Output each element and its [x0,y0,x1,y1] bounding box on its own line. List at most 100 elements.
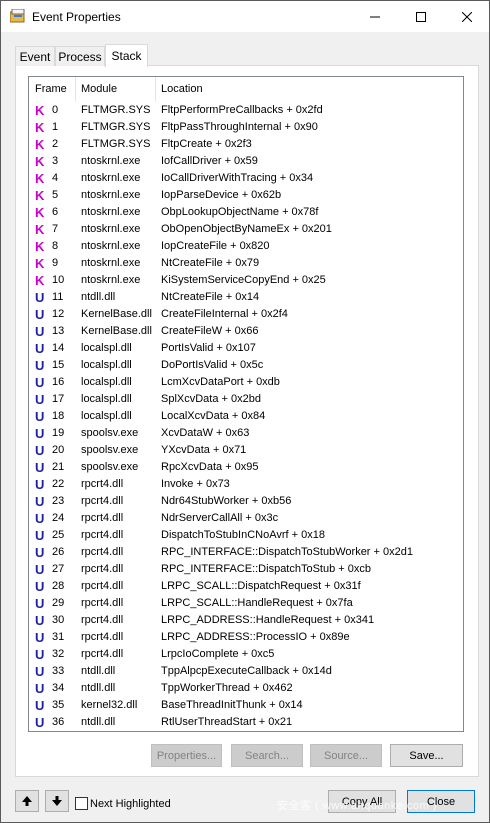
stack-row[interactable]: K 9 ntoskrnl.exe NtCreateFile + 0x79 [29,255,463,272]
stack-row[interactable]: U 19 spoolsv.exe XcvDataW + 0x63 [29,425,463,442]
frame-number: 9 [52,257,59,269]
module-name: ntoskrnl.exe [81,257,141,269]
title-bar: Event Properties [1,1,489,32]
module-name: KernelBase.dll [81,308,152,320]
stack-row[interactable]: K 2 FLTMGR.SYS FltpCreate + 0x2f3 [29,136,463,153]
frame-number: 0 [52,104,59,116]
close-icon [462,11,472,22]
module-name: FLTMGR.SYS [81,104,151,116]
stack-row[interactable]: U 29 rpcrt4.dll LRPC_SCALL::HandleRequest +… [29,595,463,612]
search-button[interactable]: Search... [231,744,303,767]
frame-number: 34 [52,682,65,694]
user-frame-icon: U [35,511,45,526]
stack-row[interactable]: U 31 rpcrt4.dll LRPC_ADDRESS::ProcessIO + 0… [29,629,463,646]
location-text: TppAlpcpExecuteCallback + 0x14d [161,665,332,677]
stack-row[interactable]: U 15 localspl.dll DoPortIsValid + 0x5c [29,357,463,374]
stack-row[interactable]: U 24 rpcrt4.dll NdrServerCallAll + 0x3c [29,510,463,527]
stack-row[interactable]: U 32 rpcrt4.dll LrpcIoComplete + 0xc5 [29,646,463,663]
stack-row[interactable]: U 20 spoolsv.exe YXcvData + 0x71 [29,442,463,459]
minimize-icon [370,16,380,17]
stack-row[interactable]: U 21 spoolsv.exe RpcXcvData + 0x95 [29,459,463,476]
column-header-location[interactable]: Location [155,77,455,102]
module-name: KernelBase.dll [81,325,152,337]
frame-number: 17 [52,393,65,405]
stack-row[interactable]: K 7 ntoskrnl.exe ObOpenObjectByNameEx + 0x2… [29,221,463,238]
location-text: TppWorkerThread + 0x462 [161,682,293,694]
user-frame-icon: U [35,647,45,662]
column-header-frame[interactable]: Frame [29,77,75,102]
module-name: localspl.dll [81,410,132,422]
stack-row[interactable]: U 17 localspl.dll SplXcvData + 0x2bd [29,391,463,408]
location-text: IopParseDevice + 0x62b [161,189,282,201]
frame-number: 14 [52,342,65,354]
stack-list[interactable]: Frame Module Location K 0 FLTMGR.SYS FltpPe… [28,76,464,732]
user-frame-icon: U [35,358,45,373]
module-name: rpcrt4.dll [81,614,124,626]
user-frame-icon: U [35,630,45,645]
stack-row[interactable]: K 4 ntoskrnl.exe IoCallDriverWithTracing + … [29,170,463,187]
tab-event[interactable]: Event [15,46,55,66]
stack-row[interactable]: U 18 localspl.dll LocalXcvData + 0x84 [29,408,463,425]
next-highlighted-checkbox[interactable] [75,797,88,810]
stack-row[interactable]: U 25 rpcrt4.dll DispatchToStubInCNoAvrf + 0… [29,527,463,544]
kernel-frame-icon: K [35,154,45,169]
close-window-button[interactable] [444,1,490,32]
stack-row[interactable]: U 26 rpcrt4.dll RPC_INTERFACE::DispatchToSt… [29,544,463,561]
stack-row[interactable]: K 0 FLTMGR.SYS FltpPerformPreCallbacks + 0x… [29,102,463,119]
stack-row[interactable]: U 35 kernel32.dll BaseThreadInitThunk + 0x1… [29,697,463,714]
stack-row[interactable]: K 10 ntoskrnl.exe KiSystemServiceCopyEnd + … [29,272,463,289]
stack-row[interactable]: K 5 ntoskrnl.exe IopParseDevice + 0x62b [29,187,463,204]
stack-row[interactable]: U 13 KernelBase.dll CreateFileW + 0x66 [29,323,463,340]
tab-process[interactable]: Process [55,46,105,66]
stack-row[interactable]: U 36 ntdll.dll RtlUserThreadStart + 0x21 [29,714,463,731]
arrow-up-icon [22,796,32,806]
location-text: LRPC_ADDRESS::HandleRequest + 0x341 [161,614,375,626]
stack-row[interactable]: U 30 rpcrt4.dll LRPC_ADDRESS::HandleRequest… [29,612,463,629]
stack-row[interactable]: U 11 ntdll.dll NtCreateFile + 0x14 [29,289,463,306]
stack-row[interactable]: K 1 FLTMGR.SYS FltpPassThroughInternal + 0x… [29,119,463,136]
frame-number: 23 [52,495,65,507]
stack-row[interactable]: U 12 KernelBase.dll CreateFileInternal + 0x… [29,306,463,323]
stack-row[interactable]: U 23 rpcrt4.dll Ndr64StubWorker + 0xb56 [29,493,463,510]
stack-row[interactable]: U 28 rpcrt4.dll LRPC_SCALL::DispatchRequest… [29,578,463,595]
app-icon [9,8,26,23]
minimize-button[interactable] [352,1,398,32]
user-frame-icon: U [35,307,45,322]
properties-button[interactable]: Properties... [151,744,222,767]
tab-stack[interactable]: Stack [105,44,148,67]
save-button[interactable]: Save... [390,744,463,767]
stack-row[interactable]: U 33 ntdll.dll TppAlpcpExecuteCallback + 0x… [29,663,463,680]
next-event-button[interactable] [45,790,69,812]
module-name: rpcrt4.dll [81,478,124,490]
stack-row[interactable]: K 3 ntoskrnl.exe IofCallDriver + 0x59 [29,153,463,170]
module-name: rpcrt4.dll [81,597,124,609]
stack-row[interactable]: K 6 ntoskrnl.exe ObpLookupObjectName + 0x78… [29,204,463,221]
location-text: YXcvData + 0x71 [161,444,247,456]
location-text: FltpPerformPreCallbacks + 0x2fd [161,104,323,116]
stack-row[interactable]: U 14 localspl.dll PortIsValid + 0x107 [29,340,463,357]
stack-row[interactable]: U 22 rpcrt4.dll Invoke + 0x73 [29,476,463,493]
user-frame-icon: U [35,324,45,339]
module-name: localspl.dll [81,393,132,405]
stack-row[interactable]: U 27 rpcrt4.dll RPC_INTERFACE::DispatchToSt… [29,561,463,578]
stack-row[interactable]: U 16 localspl.dll LcmXcvDataPort + 0xdb [29,374,463,391]
stack-row[interactable]: K 8 ntoskrnl.exe IopCreateFile + 0x820 [29,238,463,255]
user-frame-icon: U [35,443,45,458]
module-name: rpcrt4.dll [81,495,124,507]
maximize-button[interactable] [398,1,444,32]
arrow-down-icon [52,796,62,806]
frame-number: 12 [52,308,65,320]
frame-number: 30 [52,614,65,626]
user-frame-icon: U [35,596,45,611]
kernel-frame-icon: K [35,171,45,186]
location-text: NtCreateFile + 0x14 [161,291,260,303]
previous-event-button[interactable] [15,790,39,812]
stack-row[interactable]: U 34 ntdll.dll TppWorkerThread + 0x462 [29,680,463,697]
location-text: LrpcIoComplete + 0xc5 [161,648,275,660]
column-header-module[interactable]: Module [75,77,155,102]
frame-number: 18 [52,410,65,422]
source-button[interactable]: Source... [310,744,382,767]
user-frame-icon: U [35,426,45,441]
location-text: XcvDataW + 0x63 [161,427,250,439]
module-name: ntdll.dll [81,716,116,728]
